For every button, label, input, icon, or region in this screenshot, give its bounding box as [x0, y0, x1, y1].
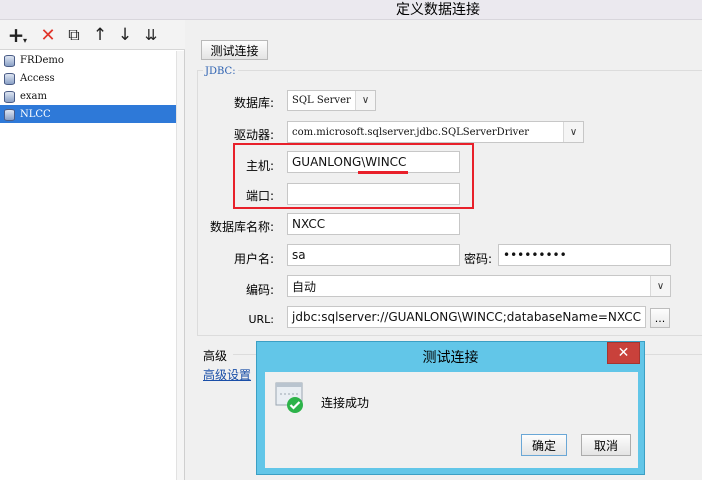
connection-item-nlcc[interactable]: NLCC [0, 105, 176, 123]
dialog-title: 测试连接 [422, 350, 479, 366]
encoding-label: 编码: [245, 283, 274, 297]
connection-label: NLCC [20, 108, 51, 120]
encoding-select-value: 自动 [292, 279, 317, 294]
connection-label: exam [20, 90, 48, 102]
dbname-input[interactable]: NXCC [287, 213, 460, 235]
host-underline-highlight [358, 171, 408, 174]
sort-icon[interactable]: ⇊ [141, 25, 161, 45]
dbname-input-value: NXCC [292, 217, 326, 231]
username-input[interactable]: sa [287, 244, 460, 266]
connection-toolbar: + ▾ ✕ ⧉ ↑ ↓ ⇊ [0, 20, 185, 50]
url-input[interactable]: jdbc:sqlserver://GUANLONG\WINCC;database… [287, 306, 646, 328]
driver-select-value: com.microsoft.sqlserver.jdbc.SQLServerDr… [292, 126, 530, 138]
test-connection-dialog: 测试连接 ✕ 连接成功 确定 取消 [256, 341, 645, 475]
connection-item-frdemo[interactable]: FRDemo [0, 51, 185, 69]
list-scroll-edge [176, 51, 184, 480]
url-input-value: jdbc:sqlserver://GUANLONG\WINCC;database… [292, 310, 641, 324]
database-icon [4, 91, 15, 103]
delete-icon[interactable]: ✕ [38, 25, 58, 46]
arrow-up-icon[interactable]: ↑ [90, 25, 110, 45]
host-port-highlight [233, 143, 474, 209]
dropdown-caret-icon[interactable]: ▾ [21, 30, 29, 50]
connection-item-access[interactable]: Access [0, 69, 185, 87]
username-input-value: sa [292, 248, 306, 262]
connection-label: Access [20, 72, 55, 84]
copy-icon[interactable]: ⧉ [64, 25, 84, 45]
dialog-body: 连接成功 确定 取消 [265, 372, 638, 468]
username-label: 用户名: [233, 252, 274, 266]
window-titlebar: 定义数据连接 [0, 0, 702, 20]
ok-button[interactable]: 确定 [521, 434, 567, 456]
database-select[interactable]: SQL Server ∨ [287, 90, 376, 111]
chevron-down-icon[interactable]: ∨ [650, 276, 670, 296]
dbname-label: 数据库名称: [209, 220, 274, 234]
url-browse-button[interactable]: ... [650, 308, 670, 328]
connection-panel: + ▾ ✕ ⧉ ↑ ↓ ⇊ FRDemo Access exam NLCC [0, 20, 185, 480]
cancel-button[interactable]: 取消 [581, 434, 631, 456]
password-label: 密码: [463, 252, 492, 266]
database-icon [4, 109, 15, 121]
connection-item-exam[interactable]: exam [0, 87, 185, 105]
chevron-down-icon[interactable]: ∨ [563, 122, 583, 142]
chevron-down-icon[interactable]: ∨ [355, 91, 375, 110]
window-title: 定义数据连接 [396, 2, 480, 18]
connection-label: FRDemo [20, 54, 64, 66]
encoding-select[interactable]: 自动 ∨ [287, 275, 671, 297]
driver-select[interactable]: com.microsoft.sqlserver.jdbc.SQLServerDr… [287, 121, 584, 143]
dialog-message: 连接成功 [321, 396, 370, 410]
test-connection-button[interactable]: 测试连接 [201, 40, 268, 60]
url-label: URL: [248, 313, 274, 326]
password-input-value: ••••••••• [503, 248, 567, 262]
jdbc-legend: JDBC: [203, 66, 238, 77]
database-icon [4, 73, 15, 85]
arrow-down-icon[interactable]: ↓ [115, 25, 135, 45]
database-label: 数据库: [233, 96, 274, 110]
connection-success-icon [275, 382, 303, 413]
database-icon [4, 55, 15, 67]
password-input[interactable]: ••••••••• [498, 244, 671, 266]
connection-list: FRDemo Access exam NLCC [0, 51, 185, 123]
database-select-value: SQL Server [292, 95, 351, 106]
driver-label: 驱动器: [233, 128, 274, 142]
advanced-section-label: 高级 [203, 349, 228, 363]
close-icon[interactable]: ✕ [607, 342, 640, 364]
advanced-settings-link[interactable]: 高级设置 [203, 366, 251, 383]
